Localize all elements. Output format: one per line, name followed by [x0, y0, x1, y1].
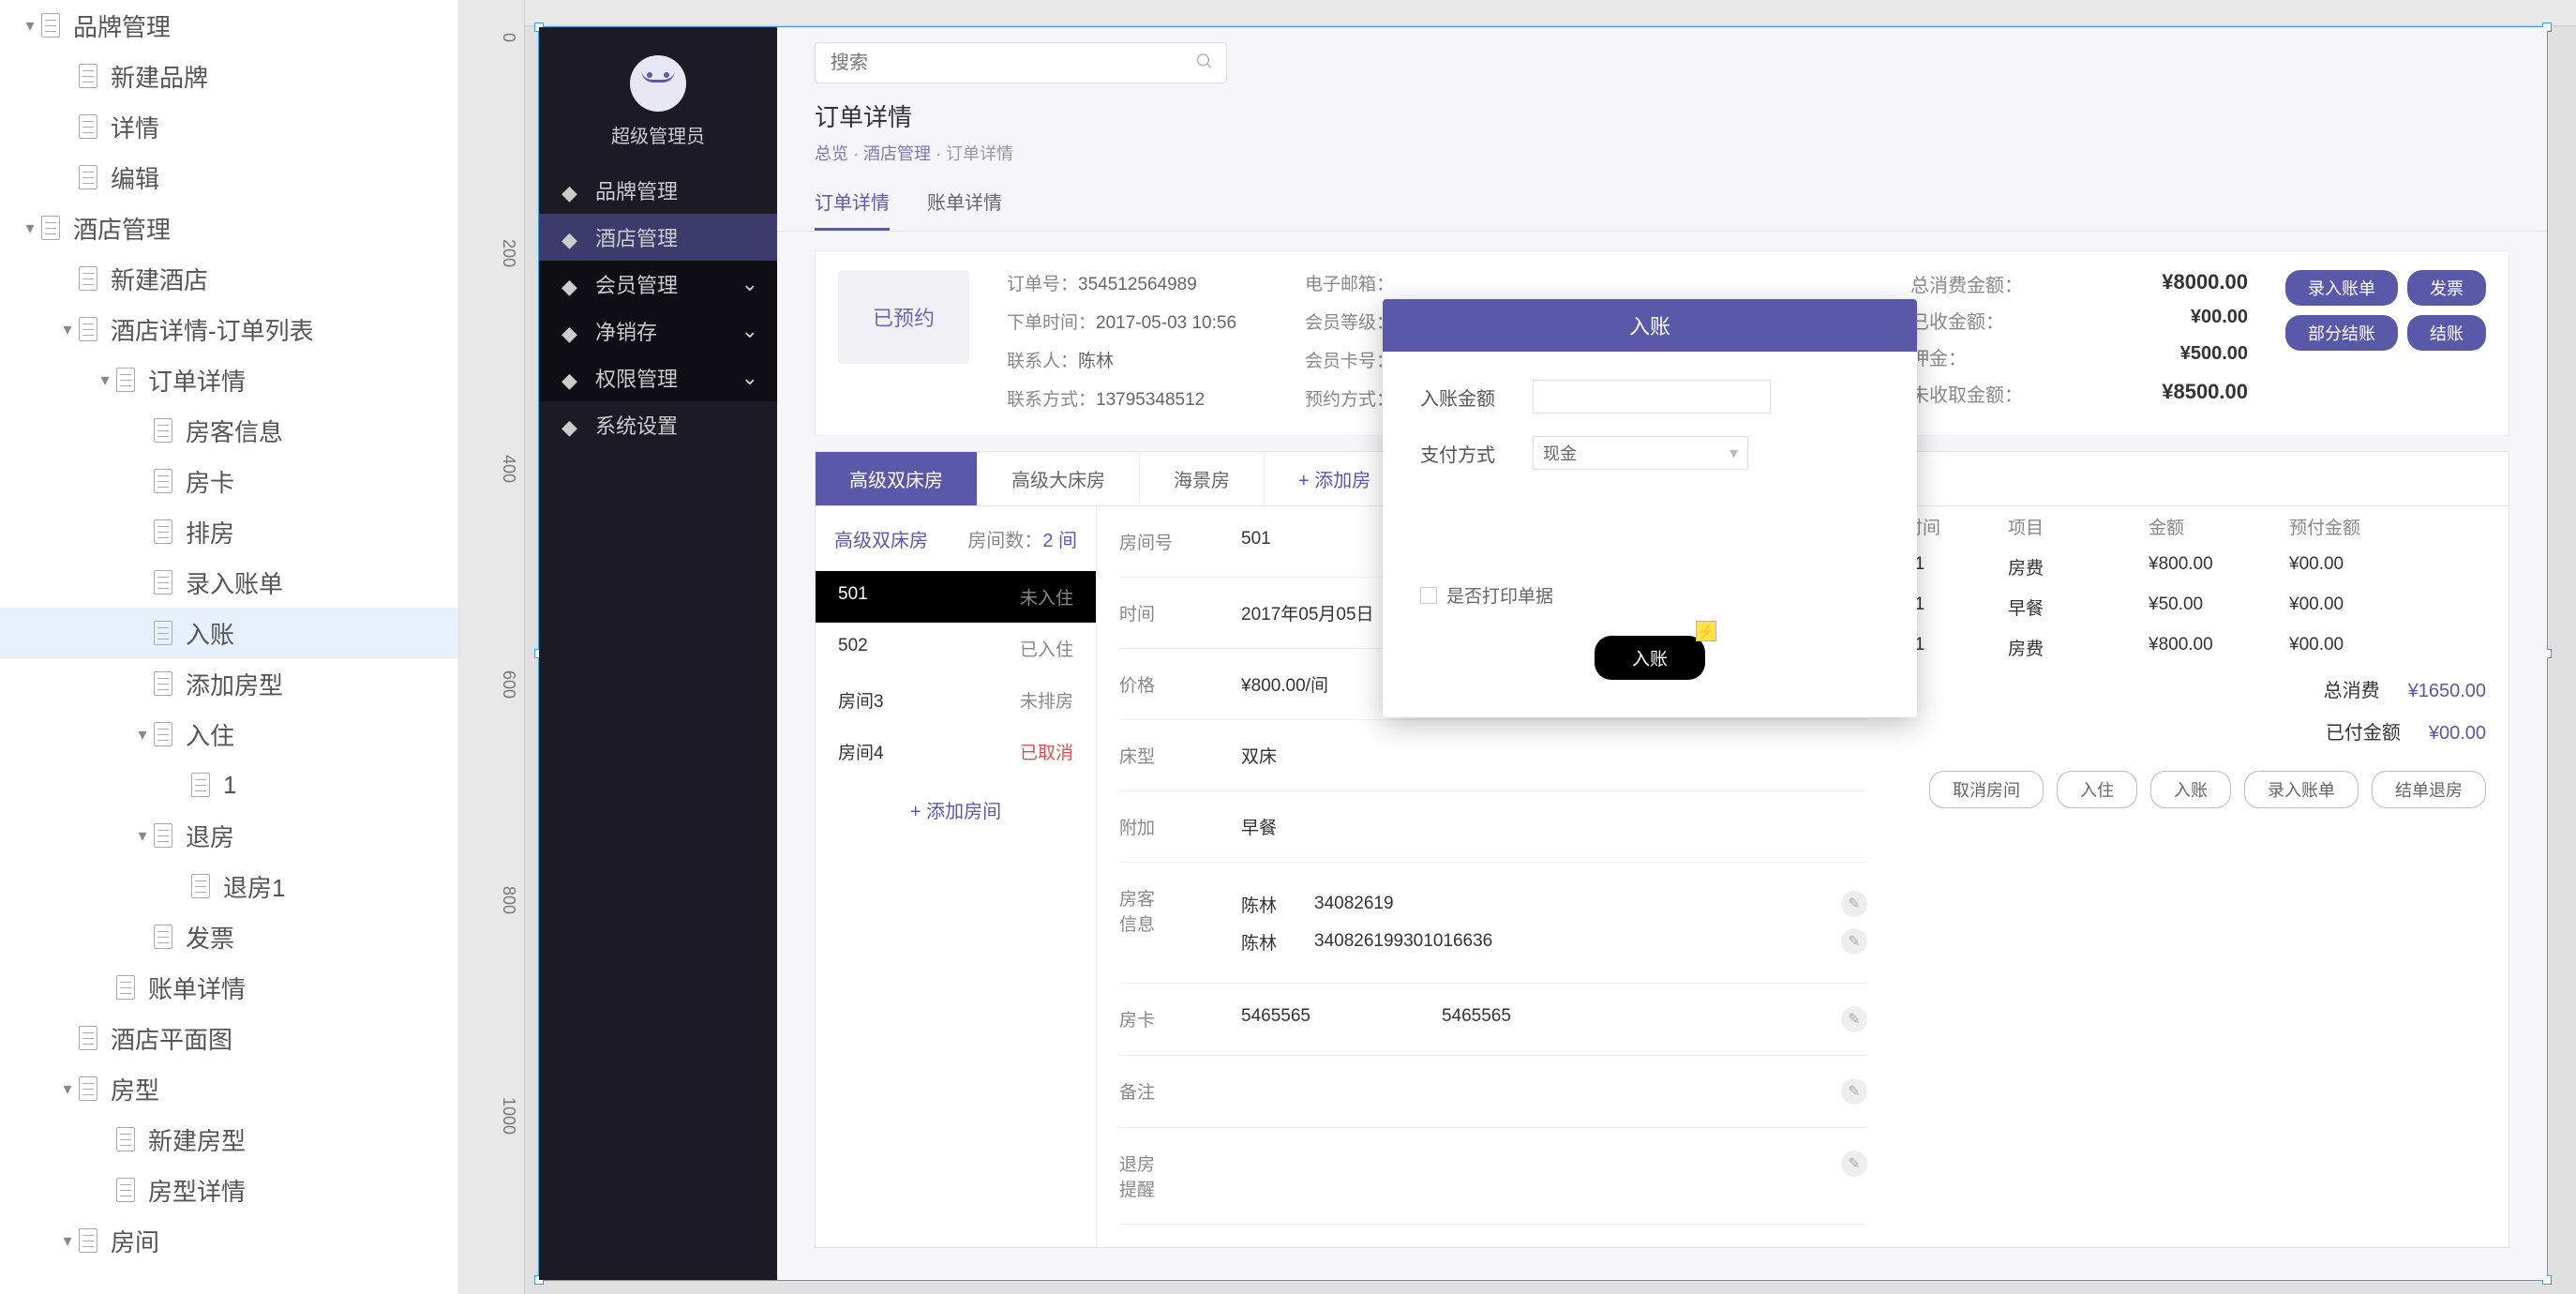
admin-label: 超级管理员: [539, 121, 777, 148]
room-list-panel: 高级双床房 房间数：2 间 501未入住502已入住房间3未排房房间4已取消 +…: [816, 506, 1097, 1247]
tab[interactable]: 订单详情: [815, 174, 890, 231]
avatar: [630, 55, 686, 112]
breadcrumb: 总览 · 酒店管理 · 订单详情: [815, 141, 2509, 165]
tree-item[interactable]: 发票: [0, 911, 458, 962]
tree-item[interactable]: ▾退房: [0, 810, 458, 861]
tree-item[interactable]: 编辑: [0, 152, 458, 203]
action-button[interactable]: 录入账单: [2244, 771, 2359, 808]
room-type-tab[interactable]: 海景房: [1140, 452, 1265, 505]
breadcrumb-home[interactable]: 总览: [815, 144, 848, 163]
tree-item[interactable]: ▾房型: [0, 1063, 458, 1114]
edit-icon[interactable]: ✎: [1841, 1006, 1867, 1032]
payment-method-select[interactable]: 现金 ▾: [1533, 436, 1748, 470]
sidebar-item[interactable]: ◆酒店管理: [539, 214, 777, 261]
sidebar-item[interactable]: ◆系统设置: [539, 401, 777, 448]
hotel-icon: ◆: [562, 228, 580, 247]
action-button[interactable]: 入账: [2150, 771, 2231, 808]
order-status: 已预约: [838, 270, 969, 364]
room-list-item[interactable]: 房间3未排房: [816, 674, 1096, 726]
tree-item[interactable]: 新建品牌: [0, 51, 458, 101]
room-list-item[interactable]: 501未入住: [816, 571, 1096, 623]
search-input[interactable]: [815, 42, 1227, 83]
clock-icon: ◆: [562, 322, 580, 340]
room-list-item[interactable]: 502已入住: [816, 623, 1096, 674]
method-label: 支付方式: [1420, 440, 1514, 467]
app-sidebar: 超级管理员 ◆品牌管理◆酒店管理◆会员管理⌄◆净销存⌄◆权限管理⌄◆系统设置: [539, 27, 777, 1280]
breadcrumb-current: 订单详情: [946, 144, 1013, 163]
tree-item[interactable]: 排房: [0, 506, 458, 557]
sidebar-item[interactable]: ◆净销存⌄: [539, 308, 777, 354]
amount-label: 入账金额: [1420, 384, 1514, 411]
ruler-horizontal: [525, 0, 2576, 26]
tree-item[interactable]: 1: [0, 760, 458, 810]
modal-submit-button[interactable]: 入账 ⚡: [1595, 636, 1705, 680]
detail-tabs: 订单详情账单详情: [777, 174, 2547, 232]
enter-bill-button[interactable]: 录入账单: [2285, 270, 2398, 306]
bolt-icon: ⚡: [1696, 621, 1716, 641]
room-type-tab[interactable]: 高级双床房: [816, 452, 978, 505]
action-button[interactable]: 结单退房: [2372, 771, 2486, 808]
tree-item[interactable]: ▾品牌管理: [0, 0, 458, 51]
user-icon: ◆: [562, 275, 580, 293]
chevron-down-icon: ⌄: [741, 272, 758, 296]
tree-item[interactable]: 房客信息: [0, 405, 458, 456]
print-label: 是否打印单据: [1446, 582, 1553, 608]
edit-icon[interactable]: ✎: [1841, 891, 1867, 917]
edit-icon[interactable]: ✎: [1841, 1078, 1867, 1105]
tree-item[interactable]: 入账: [0, 608, 458, 658]
chevron-down-icon: ⌄: [741, 319, 758, 343]
room-list-item[interactable]: 房间4已取消: [816, 726, 1096, 777]
tree-item[interactable]: 录入账单: [0, 557, 458, 608]
cost-table: 时间项目金额预付金额 01房费¥800.00¥00.0001早餐¥50.00¥0…: [1905, 506, 2486, 1225]
partial-checkout-button[interactable]: 部分结账: [2285, 315, 2398, 351]
selection-frame[interactable]: 超级管理员 ◆品牌管理◆酒店管理◆会员管理⌄◆净销存⌄◆权限管理⌄◆系统设置: [538, 26, 2548, 1281]
action-button[interactable]: 入住: [2057, 771, 2137, 808]
cost-row: 01房费¥800.00¥00.00: [1905, 547, 2486, 587]
lock-icon: ◆: [562, 369, 580, 387]
project-tree[interactable]: ▾品牌管理新建品牌详情编辑▾酒店管理新建酒店▾酒店详情-订单列表▾订单详情房客信…: [0, 0, 459, 1294]
tree-item[interactable]: ▾入住: [0, 709, 458, 760]
tree-item[interactable]: 新建房型: [0, 1114, 458, 1165]
amount-input[interactable]: [1533, 380, 1771, 414]
tree-item[interactable]: 房卡: [0, 456, 458, 506]
action-button[interactable]: 取消房间: [1929, 771, 2044, 808]
sidebar-item[interactable]: ◆品牌管理: [539, 167, 777, 214]
edit-icon[interactable]: ✎: [1841, 1151, 1867, 1177]
checkout-button[interactable]: 结账: [2407, 315, 2486, 351]
tree-item[interactable]: 退房1: [0, 861, 458, 911]
order-summary: 总消费金额：¥8000.00 已收金额：¥00.00 押金：¥500.00 未收…: [1910, 270, 2248, 416]
tree-item[interactable]: 房型详情: [0, 1165, 458, 1215]
tree-item[interactable]: ▾酒店详情-订单列表: [0, 304, 458, 354]
tree-item[interactable]: 详情: [0, 101, 458, 152]
tree-item[interactable]: ▾房间: [0, 1215, 458, 1266]
design-canvas[interactable]: 超级管理员 ◆品牌管理◆酒店管理◆会员管理⌄◆净销存⌄◆权限管理⌄◆系统设置: [525, 0, 2576, 1294]
breadcrumb-hotel[interactable]: 酒店管理: [863, 144, 931, 163]
chevron-down-icon: ⌄: [741, 366, 758, 390]
tree-item[interactable]: 酒店平面图: [0, 1013, 458, 1063]
tree-item[interactable]: ▾订单详情: [0, 354, 458, 405]
tree-item[interactable]: ▾酒店管理: [0, 203, 458, 253]
chevron-down-icon: ▾: [1730, 444, 1738, 463]
room-type-tab[interactable]: 高级大床房: [978, 452, 1140, 505]
search-icon: [1195, 53, 1214, 74]
ruler-vertical: 02004006008001000: [459, 0, 525, 1294]
sidebar-item[interactable]: ◆会员管理⌄: [539, 261, 777, 308]
add-room-button[interactable]: + 添加房间: [816, 777, 1096, 842]
cost-row: 01早餐¥50.00¥00.00: [1905, 587, 2486, 627]
tree-item[interactable]: 新建酒店: [0, 253, 458, 304]
gear-icon: ◆: [562, 415, 580, 434]
tree-item[interactable]: 添加房型: [0, 658, 458, 709]
tree-item[interactable]: 账单详情: [0, 962, 458, 1013]
print-checkbox[interactable]: [1420, 587, 1437, 604]
diamond-icon: ◆: [562, 181, 580, 200]
tab[interactable]: 账单详情: [927, 174, 1002, 231]
payment-modal: 入账 入账金额 支付方式 现金 ▾ 是否: [1383, 299, 1917, 717]
page-title: 订单详情: [815, 98, 2509, 133]
edit-icon[interactable]: ✎: [1841, 928, 1867, 955]
cost-row: 01房费¥800.00¥00.00: [1905, 627, 2486, 668]
modal-title: 入账: [1383, 299, 1917, 352]
sidebar-item[interactable]: ◆权限管理⌄: [539, 354, 777, 401]
invoice-button[interactable]: 发票: [2407, 270, 2486, 306]
